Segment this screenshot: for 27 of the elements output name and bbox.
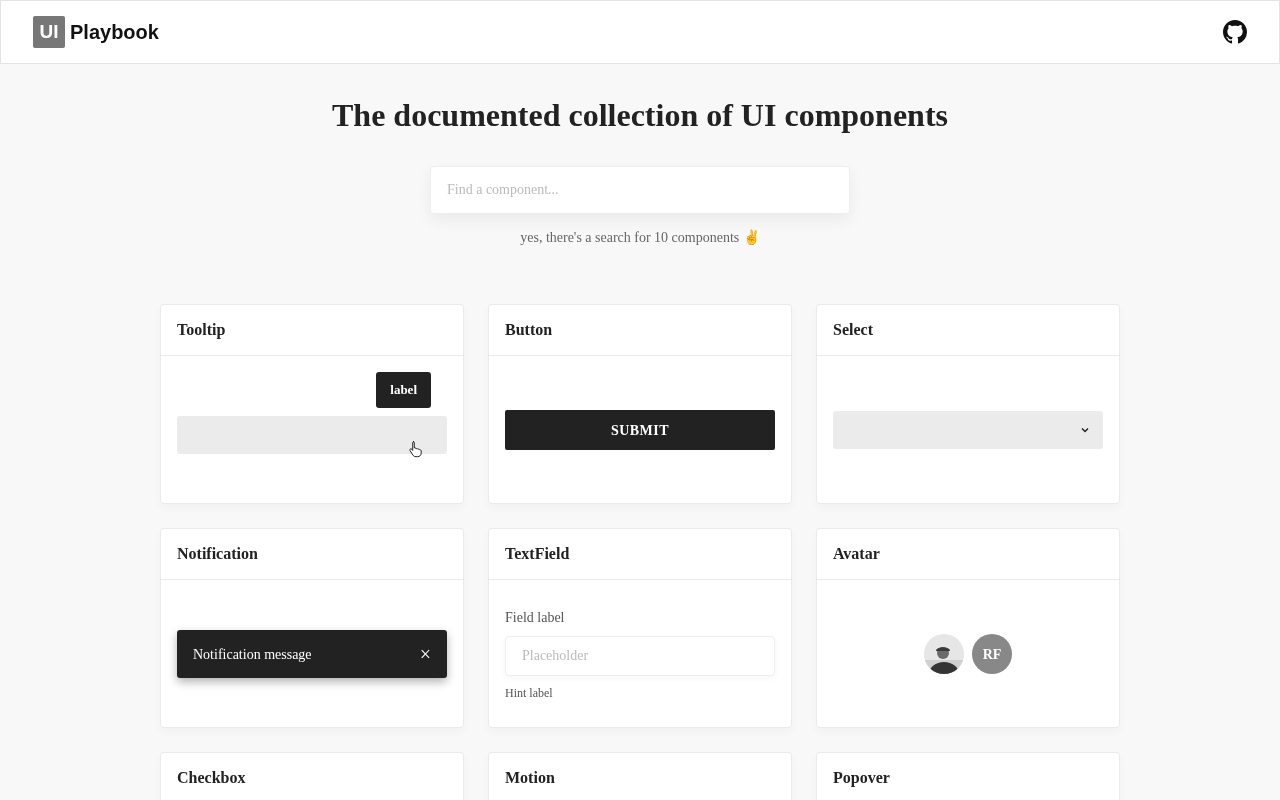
card-title: Avatar <box>833 544 880 565</box>
card-title: Button <box>505 320 553 341</box>
search-hint: yes, there's a search for 10 components ✌ <box>519 228 761 248</box>
card-title: Motion <box>505 768 555 789</box>
logo-mark[interactable]: UI <box>33 16 65 48</box>
tooltip-target[interactable] <box>177 415 447 454</box>
notification-message: Notification message <box>193 645 312 664</box>
text-field[interactable]: Placeholder <box>505 635 775 676</box>
submit-button[interactable]: SUBMIT <box>505 410 775 451</box>
card-title: Checkbox <box>177 768 246 789</box>
chevron-down-icon <box>1081 427 1089 434</box>
search-field[interactable]: Find a component... <box>430 166 850 215</box>
avatar-initials: RF <box>972 634 1012 675</box>
card-title: Tooltip <box>177 320 226 341</box>
hint-label: Hint label <box>505 684 554 702</box>
page-title: The documented collection of UI components <box>331 98 949 134</box>
card-title: TextField <box>505 544 570 565</box>
hand-cursor-icon <box>408 440 424 459</box>
logo-text[interactable]: Playbook <box>70 17 159 47</box>
field-label: Field label <box>505 608 566 627</box>
select-field[interactable] <box>833 411 1103 450</box>
close-button[interactable]: × <box>419 644 431 665</box>
card-title: Popover <box>833 768 890 789</box>
card-title: Notification <box>177 544 258 565</box>
github-icon[interactable] <box>1223 20 1247 44</box>
tooltip: label <box>376 372 431 408</box>
card-title: Select <box>833 320 873 341</box>
